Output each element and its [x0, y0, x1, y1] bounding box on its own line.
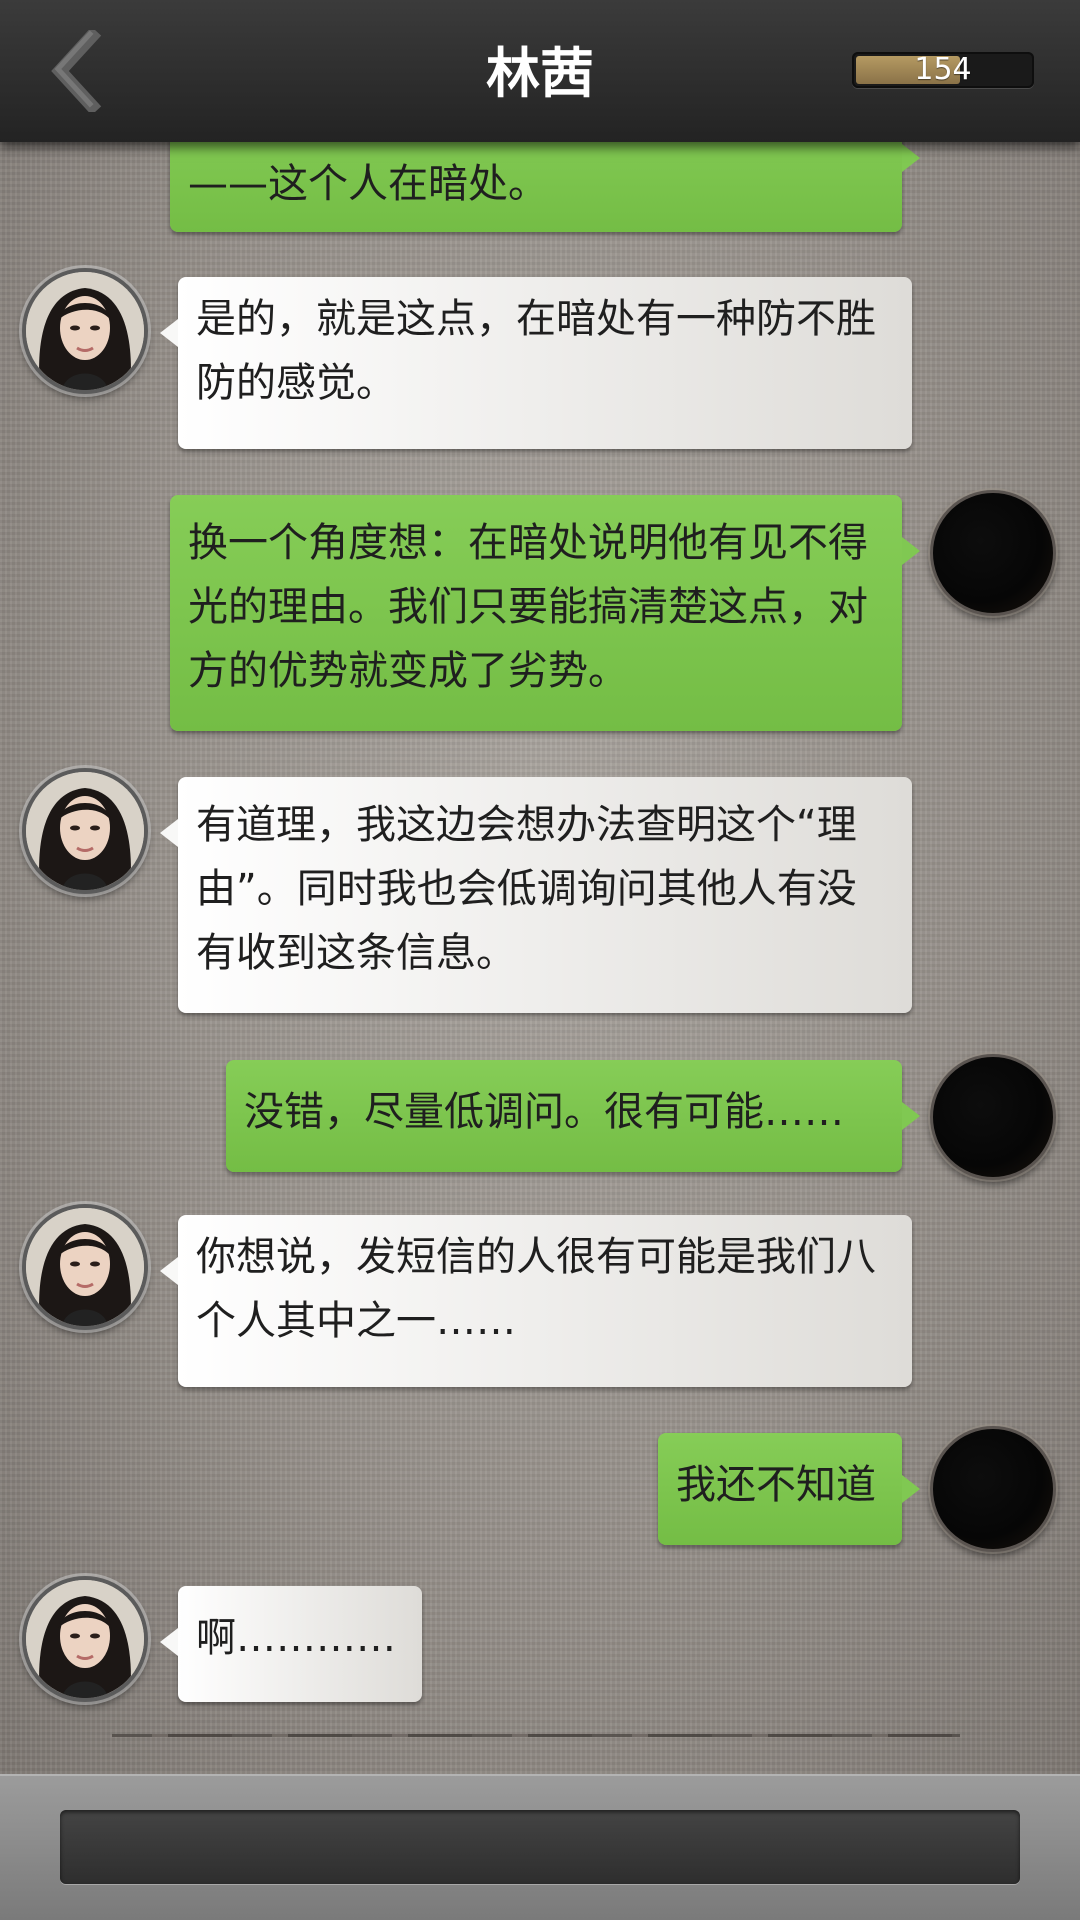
message-text: 是的，就是这点，在暗处有一种防不胜防的感觉。 [196, 296, 876, 406]
contact-avatar[interactable] [22, 768, 148, 894]
counter-value: 154 [914, 52, 972, 87]
my-avatar[interactable] [930, 490, 1056, 616]
top-bar: 林茜 154 [0, 0, 1080, 142]
message-bubble-incoming: 是的，就是这点，在暗处有一种防不胜防的感觉。 [160, 277, 912, 449]
reply-input-bar[interactable] [60, 1810, 1020, 1884]
woman-portrait-icon [26, 772, 144, 890]
message-bubble-incoming: 你想说，发短信的人很有可能是我们八个人其中之一…… [160, 1215, 912, 1387]
my-avatar[interactable] [930, 1054, 1056, 1180]
chat-area[interactable]: ——这个人在暗处。 是的，就是这点，在暗处有一种防不胜防的感觉。 换一个角度想：… [0, 142, 1080, 1774]
message-bubble-outgoing: 我还不知道 [658, 1433, 920, 1545]
contact-avatar[interactable] [22, 1204, 148, 1330]
message-text: 啊………… [196, 1615, 396, 1661]
message-text: 换一个角度想：在暗处说明他有见不得光的理由。我们只要能搞清楚这点，对方的优势就变… [188, 520, 868, 694]
woman-portrait-icon [26, 1208, 144, 1326]
woman-portrait-icon [26, 1580, 144, 1698]
bottom-bar [0, 1774, 1080, 1920]
progress-divider [112, 1734, 960, 1737]
message-bubble-incoming: 啊………… [160, 1586, 422, 1702]
message-text: 你想说，发短信的人很有可能是我们八个人其中之一…… [196, 1234, 876, 1344]
message-bubble-outgoing: ——这个人在暗处。 [170, 142, 920, 232]
contact-avatar[interactable] [22, 1576, 148, 1702]
woman-portrait-icon [26, 272, 144, 390]
my-avatar[interactable] [930, 1426, 1056, 1552]
message-bubble-outgoing: 没错，尽量低调问。很有可能…… [226, 1060, 920, 1172]
message-text: 有道理，我这边会想办法查明这个“理由”。同时我也会低调询问其他人有没有收到这条信… [196, 802, 857, 976]
message-bubble-incoming: 有道理，我这边会想办法查明这个“理由”。同时我也会低调询问其他人有没有收到这条信… [160, 777, 912, 1013]
contact-avatar[interactable] [22, 268, 148, 394]
counter-badge: 154 [852, 52, 1034, 88]
message-text: 没错，尽量低调问。很有可能…… [244, 1089, 844, 1135]
message-text: ——这个人在暗处。 [188, 161, 548, 207]
message-text: 我还不知道 [676, 1462, 876, 1508]
message-bubble-outgoing: 换一个角度想：在暗处说明他有见不得光的理由。我们只要能搞清楚这点，对方的优势就变… [170, 495, 920, 731]
